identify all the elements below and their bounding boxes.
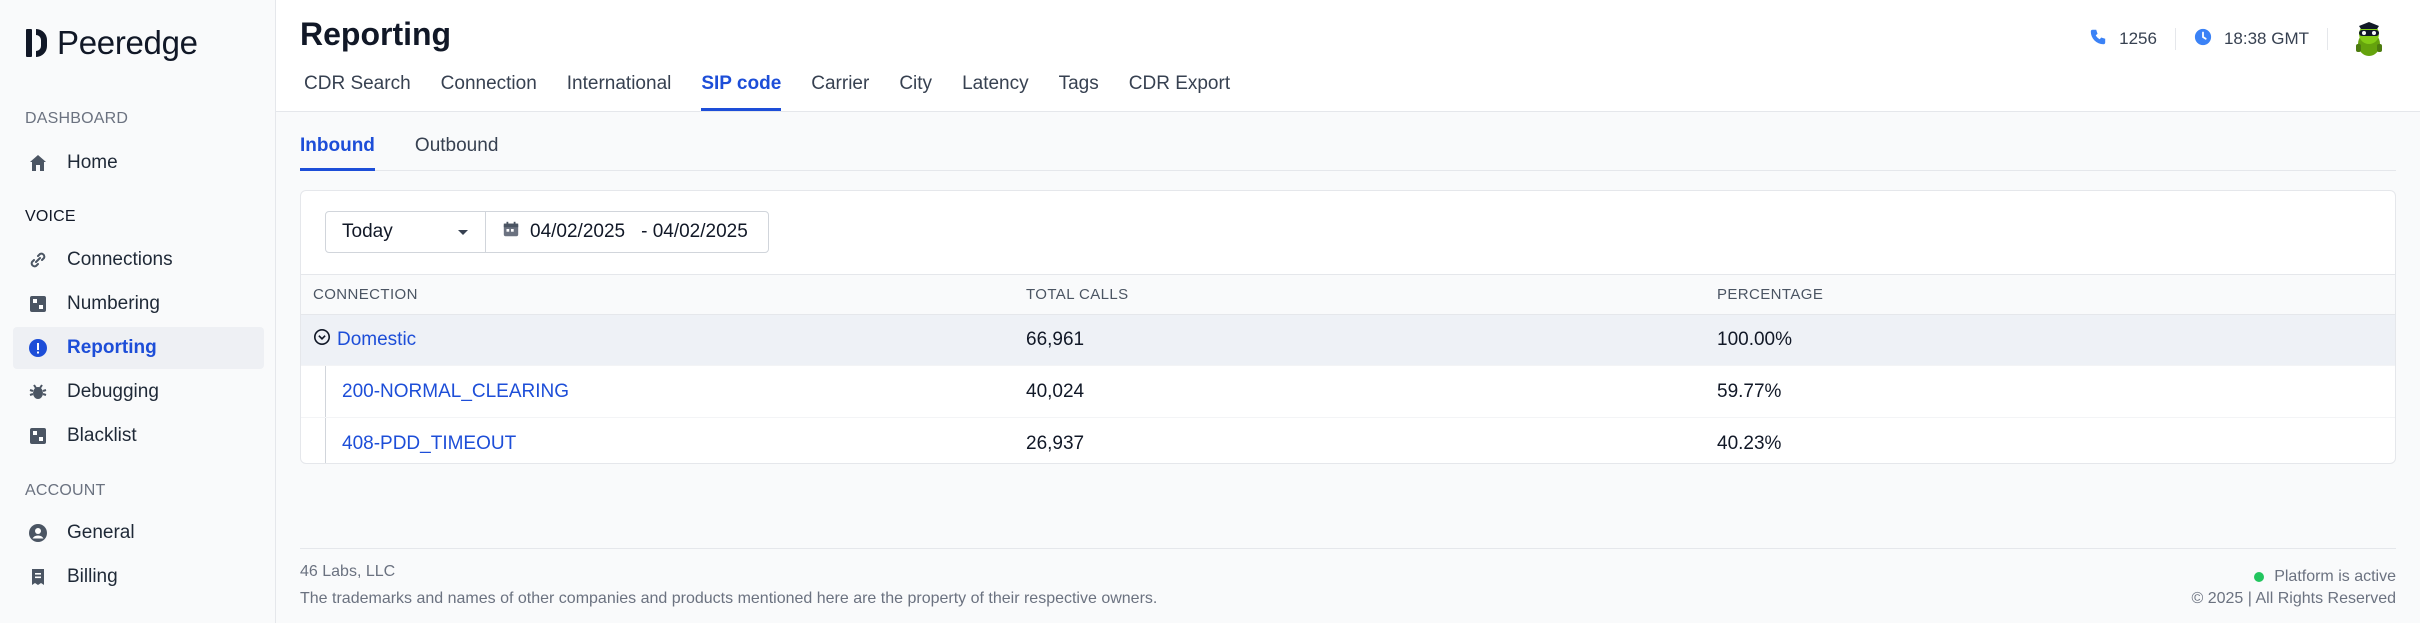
link-icon — [27, 249, 49, 271]
date-to: - 04/02/2025 — [641, 221, 748, 242]
sidebar-item-connections[interactable]: Connections — [13, 239, 264, 281]
footer-disclaimer: The trademarks and names of other compan… — [300, 590, 1158, 607]
tab-cdr-export[interactable]: CDR Export — [1129, 73, 1230, 111]
collapse-toggle-icon[interactable] — [313, 328, 331, 352]
row-connection-cell: 408-PDD_TIMEOUT — [301, 417, 1014, 463]
phone-count: 1256 — [2071, 28, 2175, 51]
sidebar: Peeredge DASHBOARD Home VOICE Connection… — [0, 0, 276, 623]
column-header-connection: CONNECTION — [301, 274, 1014, 315]
header-divider — [2327, 28, 2328, 50]
platform-status: Platform is active — [2254, 563, 2396, 590]
bug-icon — [27, 381, 49, 403]
tab-connection[interactable]: Connection — [441, 73, 537, 111]
page-footer: 46 Labs, LLC Platform is active The trad… — [300, 548, 2396, 617]
tab-international[interactable]: International — [567, 73, 672, 111]
sidebar-item-blacklist[interactable]: Blacklist — [13, 415, 264, 457]
logo-mark-icon — [26, 24, 47, 62]
footer-company: 46 Labs, LLC — [300, 563, 396, 580]
tab-inbound[interactable]: Inbound — [300, 135, 375, 171]
row-connection-cell: 200-NORMAL_CLEARING — [301, 365, 1014, 418]
table-header-row: CONNECTION TOTAL CALLS PERCENTAGE — [301, 274, 2395, 315]
section-voice: VOICE — [25, 208, 76, 225]
tab-cdr-search[interactable]: CDR Search — [304, 73, 411, 111]
sidebar-item-label: Connections — [67, 249, 173, 270]
main-content: Reporting CDR Search Connection Internat… — [276, 0, 2420, 623]
brand-logo[interactable]: Peeredge — [26, 24, 198, 62]
tab-tags[interactable]: Tags — [1059, 73, 1099, 111]
filter-bar: Today 04/02/2025 - 04/02/2025 — [325, 211, 769, 253]
table-row: 408-PDD_TIMEOUT 26,937 40.23% — [301, 417, 2395, 463]
report-card: Today 04/02/2025 - 04/02/2025 CONNECTION… — [300, 190, 2396, 464]
tab-carrier[interactable]: Carrier — [811, 73, 869, 111]
receipt-icon — [27, 566, 49, 588]
period-select[interactable]: Today — [326, 212, 486, 252]
sidebar-item-label: Billing — [67, 566, 118, 587]
sidebar-item-general[interactable]: General — [13, 512, 264, 554]
clock: 18:38 GMT — [2176, 28, 2327, 51]
sip-code-table: CONNECTION TOTAL CALLS PERCENTAGE Domest… — [301, 274, 2395, 463]
grid-icon — [27, 293, 49, 315]
row-percentage: 59.77% — [1705, 365, 2395, 418]
date-range-picker[interactable]: 04/02/2025 - 04/02/2025 — [486, 212, 768, 252]
date-from: 04/02/2025 — [530, 221, 626, 242]
column-header-total-calls: TOTAL CALLS — [1014, 274, 1705, 315]
tab-city[interactable]: City — [899, 73, 932, 111]
header-status: 1256 18:38 GMT — [2071, 20, 2388, 58]
direction-tabs: Inbound Outbound — [300, 135, 2396, 171]
avatar[interactable] — [2350, 20, 2388, 58]
page-header: Reporting CDR Search Connection Internat… — [276, 0, 2420, 112]
phone-icon — [2089, 28, 2107, 51]
sidebar-item-label: General — [67, 522, 135, 543]
sip-code-link[interactable]: 200-NORMAL_CLEARING — [342, 381, 569, 403]
clock-icon — [2194, 28, 2212, 51]
sidebar-item-label: Blacklist — [67, 425, 137, 446]
phone-count-value: 1256 — [2119, 29, 2157, 48]
row-total-calls: 26,937 — [1014, 417, 1705, 463]
column-header-percentage: PERCENTAGE — [1705, 274, 2395, 315]
brand-name: Peeredge — [57, 24, 198, 61]
section-account: ACCOUNT — [25, 482, 106, 499]
sidebar-item-numbering[interactable]: Numbering — [13, 283, 264, 325]
table-row: 200-NORMAL_CLEARING 40,024 59.77% — [301, 365, 2395, 418]
sidebar-item-label: Home — [67, 152, 118, 173]
sidebar-item-label: Reporting — [67, 337, 157, 358]
tab-sip-code[interactable]: SIP code — [701, 73, 782, 111]
calendar-icon — [502, 220, 520, 244]
row-total-calls: 40,024 — [1014, 365, 1705, 418]
footer-copyright: © 2025 | All Rights Reserved — [2191, 590, 2397, 607]
user-circle-icon — [27, 522, 49, 544]
sidebar-item-label: Debugging — [67, 381, 159, 402]
group-total-calls: 66,961 — [1014, 314, 1705, 366]
tab-latency[interactable]: Latency — [962, 73, 1029, 111]
grid-icon — [27, 425, 49, 447]
table-group-row: Domestic 66,961 100.00% — [301, 314, 2395, 366]
platform-status-text: Platform is active — [2274, 567, 2396, 585]
caret-down-icon — [457, 221, 469, 243]
sidebar-item-reporting[interactable]: Reporting — [13, 327, 264, 369]
clock-time: 18:38 GMT — [2223, 29, 2309, 48]
sip-code-link[interactable]: 408-PDD_TIMEOUT — [342, 433, 516, 455]
tab-outbound[interactable]: Outbound — [415, 135, 498, 171]
group-name-link[interactable]: Domestic — [337, 329, 416, 351]
alert-icon — [27, 337, 49, 359]
period-select-value: Today — [342, 221, 393, 242]
row-percentage: 40.23% — [1705, 417, 2395, 463]
sidebar-item-debugging[interactable]: Debugging — [13, 371, 264, 413]
group-percentage: 100.00% — [1705, 314, 2395, 366]
sidebar-item-label: Numbering — [67, 293, 160, 314]
sidebar-item-home[interactable]: Home — [13, 142, 264, 184]
report-tabs: CDR Search Connection International SIP … — [304, 73, 1230, 111]
page-title: Reporting — [300, 16, 452, 52]
group-connection-cell: Domestic — [301, 314, 1014, 366]
sidebar-item-billing[interactable]: Billing — [13, 556, 264, 598]
section-dashboard: DASHBOARD — [25, 110, 129, 127]
home-icon — [27, 152, 49, 174]
status-dot-icon — [2254, 571, 2265, 582]
